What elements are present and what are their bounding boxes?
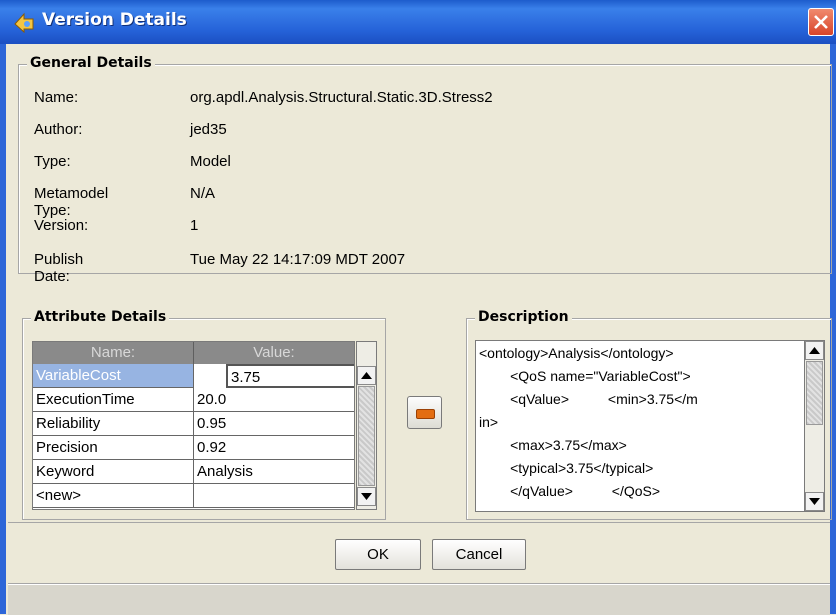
column-header-value[interactable]: Value: [194, 342, 354, 364]
type-value: Model [190, 153, 231, 170]
button-panel: OK Cancel [8, 522, 830, 584]
description-textarea[interactable]: <ontology>Analysis</ontology> <QoS name=… [475, 340, 824, 512]
attribute-name-cell[interactable]: Reliability [33, 412, 194, 436]
arrow-down-icon [809, 498, 820, 505]
metamodel-type-label: Metamodel Type: [34, 185, 109, 219]
attribute-name-cell[interactable]: Keyword [33, 460, 194, 484]
arrow-up-icon [809, 347, 820, 354]
version-label: Version: [34, 217, 89, 234]
scroll-down-button[interactable] [357, 487, 376, 506]
scroll-up-button[interactable] [805, 341, 824, 360]
title-bar: Version Details [0, 0, 836, 44]
description-line: <qValue> <min>3.75</m [479, 391, 698, 407]
window-frame-left [0, 44, 6, 614]
cancel-button[interactable]: Cancel [432, 539, 526, 570]
publish-date-value: Tue May 22 14:17:09 MDT 2007 [190, 251, 406, 268]
attribute-value-cell[interactable]: 20.0 [194, 388, 354, 412]
name-value: org.apdl.Analysis.Structural.Static.3D.S… [190, 89, 493, 106]
description-line: <typical>3.75</typical> [479, 460, 654, 476]
metamodel-type-value: N/A [190, 185, 216, 202]
attribute-value-cell[interactable]: 0.92 [194, 436, 354, 460]
attribute-value-cell[interactable] [194, 484, 354, 508]
description-line: <max>3.75</max> [479, 437, 627, 453]
type-label: Type: [34, 153, 71, 170]
scroll-thumb[interactable] [806, 361, 823, 425]
attribute-name-cell[interactable]: Precision [33, 436, 194, 460]
scroll-down-button[interactable] [805, 492, 824, 511]
arrow-down-icon [361, 493, 372, 500]
description-line: <QoS name="VariableCost"> [479, 368, 691, 384]
column-header-name[interactable]: Name: [33, 342, 194, 364]
scroll-up-button[interactable] [357, 366, 376, 385]
attribute-name-cell[interactable]: VariableCost [33, 364, 194, 388]
description-scrollbar[interactable] [804, 340, 825, 512]
name-label: Name: [34, 89, 79, 106]
description-line: <ontology>Analysis</ontology> [479, 345, 674, 361]
attribute-table[interactable]: Name: Value: VariableCost 3.75 Execution… [32, 341, 355, 510]
minus-icon [416, 409, 435, 419]
description-legend: Description [475, 309, 572, 325]
author-value: jed35 [190, 121, 227, 138]
publish-date-label: Publish Date: [34, 251, 84, 285]
close-icon [814, 15, 828, 29]
description-line: in> [479, 414, 499, 430]
remove-attribute-button[interactable] [407, 396, 442, 429]
general-details-legend: General Details [27, 55, 155, 71]
attribute-value-cell[interactable]: 0.95 [194, 412, 354, 436]
scroll-thumb[interactable] [358, 386, 375, 486]
close-button[interactable] [808, 8, 834, 36]
attribute-name-cell[interactable]: ExecutionTime [33, 388, 194, 412]
attribute-name-cell[interactable]: <new> [33, 484, 194, 508]
author-label: Author: [34, 121, 83, 138]
ok-button[interactable]: OK [335, 539, 421, 570]
arrow-up-icon [361, 372, 372, 379]
attribute-value-cell[interactable]: Analysis [194, 460, 354, 484]
window-title: Version Details [42, 10, 187, 30]
status-bar [8, 584, 830, 615]
attribute-details-legend: Attribute Details [31, 309, 170, 325]
attribute-value-editor[interactable]: 3.75 [226, 364, 354, 388]
version-value: 1 [190, 217, 199, 234]
app-icon [12, 10, 36, 34]
attribute-table-scrollbar[interactable] [356, 341, 377, 510]
description-line: </qValue> </QoS> [479, 483, 661, 499]
